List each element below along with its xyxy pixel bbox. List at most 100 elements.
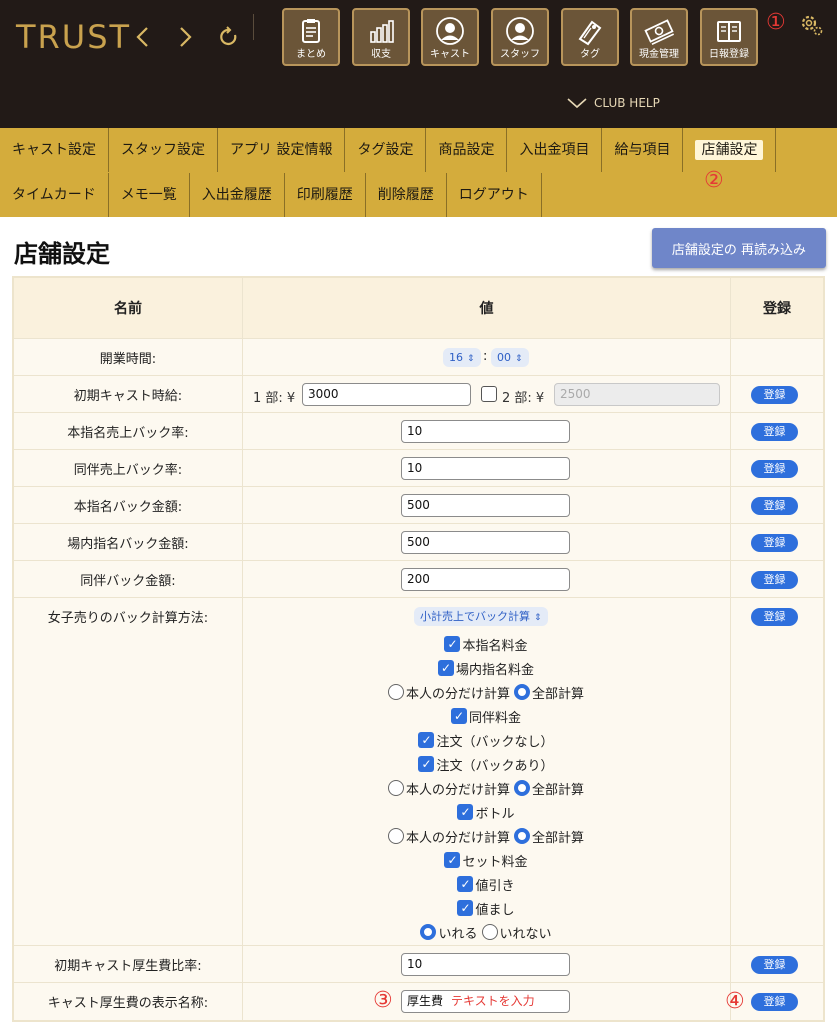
- back-arrow-icon[interactable]: [130, 22, 156, 52]
- register-button[interactable]: 登録: [751, 423, 798, 441]
- daily-report-label: 日報登録: [709, 49, 749, 60]
- register-button[interactable]: 登録: [751, 571, 798, 589]
- menu-item-store-settings-label: 店舗設定: [695, 140, 764, 160]
- daily-report-button[interactable]: 日報登録: [700, 8, 758, 66]
- menu-item-timecard[interactable]: タイムカード: [0, 173, 109, 217]
- companion-rate-input[interactable]: 10: [401, 457, 570, 480]
- cast-person-icon: [436, 17, 464, 45]
- menu-item-product-settings[interactable]: 商品設定: [426, 128, 508, 172]
- part1-wage-input[interactable]: 3000: [302, 383, 471, 406]
- menu-item-salary-items[interactable]: 給与項目: [602, 128, 684, 172]
- header-value: 値: [243, 278, 731, 338]
- menu-item-cashflow-items[interactable]: 入出金項目: [507, 128, 603, 172]
- open-hour-select[interactable]: 16 ⇕: [443, 348, 481, 367]
- tag-button[interactable]: タグ: [561, 8, 619, 66]
- radio-include[interactable]: [420, 924, 437, 940]
- menu-item-delete-history[interactable]: 削除履歴: [366, 173, 447, 217]
- register-cell: 登録: [731, 598, 823, 945]
- club-help-link[interactable]: CLUB HELP: [566, 96, 660, 110]
- updown-icon: ⇕: [467, 354, 475, 364]
- checkbox-checked[interactable]: ✓: [457, 876, 474, 892]
- part2-checkbox[interactable]: [481, 386, 497, 402]
- balance-label: 収支: [371, 49, 391, 60]
- cast-button[interactable]: キャスト: [421, 8, 479, 66]
- menu-item-print-history[interactable]: 印刷履歴: [285, 173, 366, 217]
- register-button[interactable]: 登録: [751, 386, 798, 404]
- option-label: いれる: [438, 926, 478, 942]
- register-button[interactable]: 登録: [751, 956, 798, 974]
- option-order-no-back: ✓ 注文（バックなし）: [243, 728, 731, 752]
- welfare-rate-input[interactable]: 10: [401, 953, 570, 976]
- option-label: ボトル: [475, 806, 515, 822]
- radio-all-calc[interactable]: [514, 780, 530, 796]
- marker-2: ②: [704, 168, 724, 193]
- marker-4: ④: [725, 989, 745, 1014]
- menu-item-tag-settings[interactable]: タグ設定: [345, 128, 427, 172]
- radio-own-only[interactable]: [387, 780, 404, 796]
- reload-settings-button[interactable]: 店舗設定の 再読み込み: [652, 228, 826, 268]
- register-cell: 登録: [731, 413, 823, 449]
- row-label: 場内指名バック金額:: [14, 524, 243, 560]
- staff-person-icon: [506, 17, 534, 45]
- table-row: 本指名売上バック率: 10 登録: [14, 413, 823, 450]
- reload-icon[interactable]: [216, 22, 242, 52]
- nomination-rate-input[interactable]: 10: [401, 420, 570, 443]
- option-label: 全部計算: [532, 830, 585, 846]
- menu-item-memo-list[interactable]: メモ一覧: [109, 173, 190, 217]
- value-cell: 10: [243, 413, 731, 449]
- radio-all-calc[interactable]: [514, 828, 530, 844]
- radio-all-calc[interactable]: [514, 684, 530, 700]
- cash-management-button[interactable]: 現金管理: [630, 8, 688, 66]
- register-button[interactable]: 登録: [751, 497, 798, 515]
- nomination-amount-input[interactable]: 500: [401, 494, 570, 517]
- gear-icon[interactable]: [798, 12, 824, 38]
- checkbox-checked[interactable]: ✓: [418, 732, 435, 748]
- radio-exclude[interactable]: [481, 924, 498, 940]
- part2-wage-input[interactable]: 2500: [554, 383, 720, 406]
- register-cell: [731, 339, 823, 375]
- settings-table: 名前 値 登録 開業時間: 16 ⇕ : 00 ⇕ 初期キャスト時給: 1 部: ¥…: [12, 276, 825, 1022]
- checkbox-checked[interactable]: ✓: [444, 852, 461, 868]
- open-minute-select[interactable]: 00 ⇕: [491, 348, 529, 367]
- checkbox-checked[interactable]: ✓: [450, 708, 467, 724]
- register-cell: 登録: [731, 561, 823, 597]
- inhouse-amount-input[interactable]: 500: [401, 531, 570, 554]
- register-button[interactable]: 登録: [751, 534, 798, 552]
- back-calc-select[interactable]: 小計売上でバック計算 ⇕: [414, 607, 548, 626]
- option-label: 場内指名料金: [455, 662, 534, 678]
- logo: TRUST: [16, 18, 132, 56]
- option-label: 注文（バックなし）: [436, 734, 554, 750]
- register-button[interactable]: 登録: [751, 460, 798, 478]
- menu-item-store-settings[interactable]: 店舗設定: [683, 128, 777, 172]
- header-register: 登録: [763, 301, 791, 317]
- table-row: 初期キャスト厚生費比率: 10 登録: [14, 946, 823, 983]
- menu-item-logout[interactable]: ログアウト: [447, 173, 542, 217]
- option-discount: ✓ 値引き: [243, 872, 731, 896]
- menu-item-app-settings[interactable]: アプリ 設定情報: [218, 128, 346, 172]
- option-label: 本人の分だけ計算: [405, 686, 510, 702]
- checkbox-checked[interactable]: ✓: [418, 756, 435, 772]
- menu-item-cashflow-history[interactable]: 入出金履歴: [190, 173, 285, 217]
- tag-icon: [578, 20, 602, 46]
- companion-amount-input[interactable]: 200: [401, 568, 570, 591]
- checkbox-checked[interactable]: ✓: [444, 636, 461, 652]
- radio-own-only[interactable]: [387, 684, 404, 700]
- balance-button[interactable]: 収支: [352, 8, 410, 66]
- register-cell: 登録: [731, 487, 823, 523]
- register-button[interactable]: 登録: [751, 993, 798, 1011]
- forward-arrow-icon[interactable]: [172, 22, 198, 52]
- summary-button[interactable]: まとめ: [282, 8, 340, 66]
- radio-own-only[interactable]: [387, 828, 404, 844]
- option-label: 全部計算: [532, 686, 585, 702]
- menu-item-cast-settings[interactable]: キャスト設定: [0, 128, 109, 172]
- option-nomination-fee: ✓ 本指名料金: [243, 632, 731, 656]
- option-label: 値まし: [475, 902, 515, 918]
- register-button[interactable]: 登録: [751, 608, 798, 626]
- value-cell: 500: [243, 524, 731, 560]
- checkbox-checked[interactable]: ✓: [457, 804, 474, 820]
- welfare-name-input[interactable]: 厚生費 テキストを入力: [401, 990, 570, 1013]
- staff-button[interactable]: スタッフ: [491, 8, 549, 66]
- checkbox-checked[interactable]: ✓: [457, 900, 474, 916]
- menu-item-staff-settings[interactable]: スタッフ設定: [109, 128, 218, 172]
- checkbox-checked[interactable]: ✓: [437, 660, 454, 676]
